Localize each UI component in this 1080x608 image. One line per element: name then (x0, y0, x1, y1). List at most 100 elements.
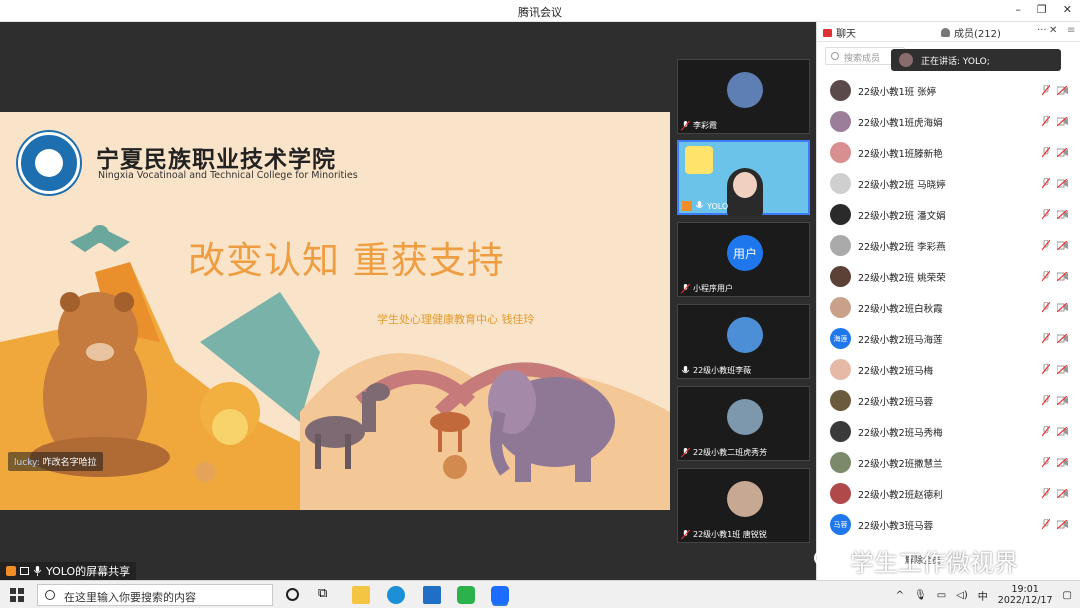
close-panel-icon[interactable]: ✕ (1049, 25, 1057, 36)
camera-off-icon[interactable] (1057, 272, 1068, 281)
video-tile[interactable]: 用户 小程序用户 (677, 222, 810, 297)
camera-off-icon[interactable] (1057, 365, 1068, 374)
member-row[interactable]: 22级小教2班马梅 (817, 354, 1080, 385)
tab-members[interactable]: 成员(212) (941, 25, 1001, 40)
window-title: 腾讯会议 (518, 6, 562, 19)
member-row[interactable]: 22级小教2班马秀梅 (817, 416, 1080, 447)
mic-muted-icon[interactable] (1042, 209, 1050, 220)
tencent-meeting-taskbar-icon[interactable] (491, 586, 509, 604)
file-explorer-icon[interactable] (352, 586, 370, 604)
chat-bubble-text: 咋改名字哈拉 (42, 458, 97, 468)
windows-start-icon[interactable] (10, 588, 24, 602)
member-row[interactable]: 22级小教2班白秋霞 (817, 292, 1080, 323)
camera-off-icon[interactable] (1057, 427, 1068, 436)
network-icon[interactable]: ▭ (937, 590, 946, 601)
mic-muted-icon[interactable] (1042, 302, 1050, 313)
camera-off-icon[interactable] (1057, 86, 1068, 95)
member-name: 22级小教2班马梅 (858, 365, 934, 377)
tile-name: 李彩霞 (693, 121, 717, 130)
task-view-icon[interactable]: ⧉ (318, 586, 336, 604)
camera-off-icon[interactable] (1057, 334, 1068, 343)
camera-off-icon[interactable] (1057, 303, 1068, 312)
watermark-text: 学生工作微视界 (850, 549, 1018, 577)
member-row[interactable]: 22级小教1班 张婷 (817, 75, 1080, 106)
mic-muted-icon[interactable] (1042, 457, 1050, 468)
video-tile[interactable]: 李彩霞 (677, 59, 810, 134)
edge-icon[interactable] (387, 586, 405, 604)
speaking-text: 正在讲话: YOLO; (921, 56, 990, 67)
speaking-indicator: 正在讲话: YOLO; (891, 49, 1061, 71)
mic-muted-icon[interactable] (1042, 240, 1050, 251)
video-tile-active-speaker[interactable]: YOLO (677, 140, 810, 216)
camera-off-icon[interactable] (1057, 396, 1068, 405)
menu-icon[interactable]: ≡ (1067, 25, 1075, 36)
wechat-taskbar-icon[interactable] (457, 586, 475, 604)
member-row[interactable]: 22级小教1班滕新艳 (817, 137, 1080, 168)
camera-off-icon[interactable] (1057, 241, 1068, 250)
member-row[interactable]: 22级小教2班马蓉 (817, 385, 1080, 416)
mic-muted-icon[interactable] (1042, 395, 1050, 406)
camera-off-icon[interactable] (1057, 210, 1068, 219)
volume-icon[interactable]: ◁) (956, 590, 968, 601)
member-row[interactable]: 22级小教2班 马晓婷 (817, 168, 1080, 199)
slide-illustration (0, 225, 670, 510)
mic-muted-icon[interactable] (1042, 426, 1050, 437)
video-tile[interactable]: 22级小教二班虎秀芳 (677, 386, 810, 461)
member-row[interactable]: 22级小教2班 姚荣荣 (817, 261, 1080, 292)
mic-muted-icon[interactable] (1042, 116, 1050, 127)
ime-indicator[interactable]: 中 (978, 588, 988, 603)
avatar (830, 111, 851, 132)
mic-muted-icon[interactable] (1042, 178, 1050, 189)
mic-muted-icon[interactable] (1042, 364, 1050, 375)
tab-chat[interactable]: 聊天 (823, 25, 856, 40)
mic-muted-icon[interactable] (1042, 333, 1050, 344)
chat-bubble: lucky: 咋改名字哈拉 (8, 452, 103, 471)
avatar (830, 266, 851, 287)
member-row[interactable]: 22级小教2班 李彩燕 (817, 230, 1080, 261)
mail-icon[interactable] (423, 586, 441, 604)
user-icon (682, 201, 692, 211)
member-row[interactable]: 22级小教2班赵德利 (817, 478, 1080, 509)
camera-off-icon[interactable] (1057, 520, 1068, 529)
camera-off-icon[interactable] (1057, 179, 1068, 188)
member-row[interactable]: 海莲 22级小教2班马海莲 (817, 323, 1080, 354)
mic-muted-icon[interactable] (1042, 147, 1050, 158)
member-row[interactable]: 22级小教2班 潘文娟 (817, 199, 1080, 230)
camera-off-icon[interactable] (1057, 489, 1068, 498)
member-row[interactable]: 马蓉 22级小教3班马蓉 (817, 509, 1080, 540)
minimize-icon[interactable]: – (1015, 3, 1021, 16)
more-icon[interactable]: ··· (1037, 25, 1047, 36)
chevron-up-icon[interactable]: ^ (896, 590, 904, 601)
search-icon (831, 52, 839, 60)
camera-off-icon[interactable] (1057, 117, 1068, 126)
mic-icon (695, 201, 704, 209)
shared-screen-area: 宁夏民族职业技术学院 Ningxia Vocatinoal and Techni… (0, 22, 672, 580)
clock[interactable]: 19:01 2022/12/17 (998, 584, 1053, 606)
notification-icon[interactable]: ▢ (1063, 590, 1072, 601)
member-row[interactable]: 22级小教1班虎海娟 (817, 106, 1080, 137)
system-tray: ^ 🎙 ▭ ◁) 中 19:01 2022/12/17 ▢ (896, 583, 1072, 607)
camera-off-icon[interactable] (1057, 148, 1068, 157)
member-row[interactable]: 22级小教2班撒慧兰 (817, 447, 1080, 478)
member-name: 22级小教2班 马晓婷 (858, 179, 946, 191)
close-icon[interactable]: ✕ (1063, 3, 1072, 16)
restore-icon[interactable]: ❐ (1037, 3, 1047, 16)
taskbar-search-input[interactable]: 在这里输入你要搜索的内容 (37, 584, 273, 606)
member-name: 22级小教2班马蓉 (858, 396, 934, 408)
mic-muted-icon[interactable] (1042, 85, 1050, 96)
video-tile[interactable]: 22级小教班李薇 (677, 304, 810, 379)
mic-muted-icon[interactable] (1042, 519, 1050, 530)
avatar: 海莲 (830, 328, 851, 349)
mic-tray-icon[interactable]: 🎙 (914, 590, 927, 601)
cortana-icon[interactable] (286, 588, 299, 601)
tile-name: 22级小教班李薇 (693, 366, 752, 375)
slide-title: 改变认知 重获支持 (188, 239, 505, 282)
camera-off-icon[interactable] (1057, 458, 1068, 467)
mic-muted-icon[interactable] (1042, 488, 1050, 499)
mic-muted-icon (681, 120, 690, 131)
mic-muted-icon[interactable] (1042, 271, 1050, 282)
video-tile[interactable]: 22级小教1班 唐锐锐 (677, 468, 810, 543)
member-name: 22级小教1班虎海娟 (858, 117, 943, 129)
screen-icon (20, 567, 29, 575)
avatar (830, 235, 851, 256)
